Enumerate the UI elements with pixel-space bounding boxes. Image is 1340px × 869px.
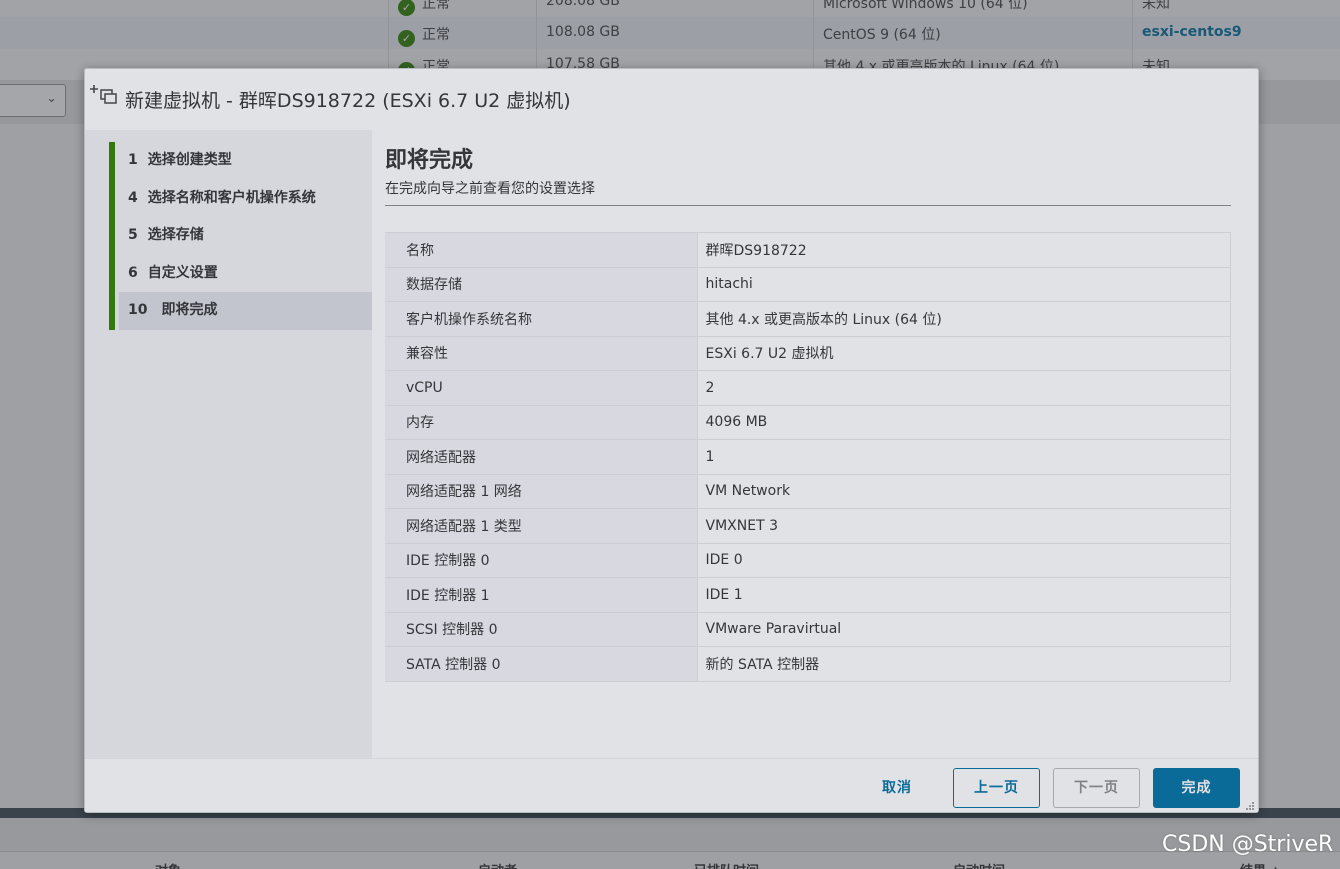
summary-row: 数据存储 hitachi [385,267,1231,302]
summary-value: VMXNET 3 [697,508,1231,544]
wizard-steps-sidebar: 1 选择创建类型 4 选择名称和客户机操作系统 5 选择存储 6 自定义设置 10 即将完… [85,130,372,758]
summary-value: IDE 1 [697,577,1231,613]
divider [385,205,1231,206]
wizard-step-active[interactable]: 10 即将完成 [109,292,372,330]
summary-value: 2 [697,370,1231,406]
summary-key: 网络适配器 1 网络 [385,474,698,509]
dialog-title: 新建虚拟机 - 群晖DS918722 (ESXi 6.7 U2 虚拟机) [125,90,571,112]
summary-key: IDE 控制器 0 [385,543,698,578]
summary-row: 名称 群晖DS918722 [385,232,1231,268]
dialog-header: 新建虚拟机 - 群晖DS918722 (ESXi 6.7 U2 虚拟机) [85,69,1258,130]
summary-key: 网络适配器 [385,439,698,475]
summary-key: 内存 [385,405,698,440]
summary-key: 兼容性 [385,336,698,371]
page-subtitle: 在完成向导之前查看您的设置选择 [385,181,595,197]
page-title: 即将完成 [385,148,474,173]
summary-row: vCPU 2 [385,370,1231,406]
summary-value: IDE 0 [697,543,1231,578]
new-vm-wizard-dialog: 新建虚拟机 - 群晖DS918722 (ESXi 6.7 U2 虚拟机) 1 选择… [84,68,1259,813]
dialog-footer: 取消 上一页 下一页 完成 [85,758,1258,812]
summary-value: VM Network [697,474,1231,509]
summary-row: 网络适配器 1 [385,439,1231,475]
summary-row: 网络适配器 1 类型 VMXNET 3 [385,508,1231,544]
summary-row: 内存 4096 MB [385,405,1231,440]
summary-value: 群晖DS918722 [697,232,1231,268]
wizard-step[interactable]: 6 自定义设置 [109,254,372,292]
wizard-step[interactable]: 1 选择创建类型 [109,142,372,180]
summary-key: SCSI 控制器 0 [385,612,698,647]
summary-value: VMware Paravirtual [697,612,1231,647]
vm-add-icon [90,85,117,104]
summary-key: 客户机操作系统名称 [385,301,698,337]
cancel-button[interactable]: 取消 [867,768,927,808]
summary-value: ESXi 6.7 U2 虚拟机 [697,336,1231,371]
summary-value: 1 [697,439,1231,475]
finish-button[interactable]: 完成 [1153,768,1240,808]
wizard-step[interactable]: 5 选择存储 [109,217,372,255]
summary-row: SATA 控制器 0 新的 SATA 控制器 [385,646,1231,682]
summary-key: 数据存储 [385,267,698,302]
summary-row: IDE 控制器 0 IDE 0 [385,543,1231,578]
next-button-disabled: 下一页 [1053,768,1140,808]
summary-key: IDE 控制器 1 [385,577,698,613]
summary-row: 客户机操作系统名称 其他 4.x 或更高版本的 Linux (64 位) [385,301,1231,337]
settings-summary-table: 名称 群晖DS918722 数据存储 hitachi 客户机操作系统名称 其他 4.x 或… [385,232,1231,682]
summary-value: 新的 SATA 控制器 [697,646,1231,682]
summary-row: SCSI 控制器 0 VMware Paravirtual [385,612,1231,647]
summary-key: SATA 控制器 0 [385,646,698,682]
summary-key: 网络适配器 1 类型 [385,508,698,544]
wizard-content: 即将完成 在完成向导之前查看您的设置选择 名称 群晖DS918722 数据存储 hit… [372,130,1258,758]
summary-value: hitachi [697,267,1231,302]
watermark: CSDN @StriveR [1162,832,1334,857]
summary-key: vCPU [385,370,698,406]
wizard-step[interactable]: 4 选择名称和客户机操作系统 [109,179,372,217]
back-button[interactable]: 上一页 [953,768,1040,808]
summary-row: 网络适配器 1 网络 VM Network [385,474,1231,509]
summary-value: 其他 4.x 或更高版本的 Linux (64 位) [697,301,1231,337]
summary-key: 名称 [385,232,698,268]
resize-handle-icon[interactable] [1245,801,1255,811]
summary-row: 兼容性 ESXi 6.7 U2 虚拟机 [385,336,1231,371]
summary-row: IDE 控制器 1 IDE 1 [385,577,1231,613]
summary-value: 4096 MB [697,405,1231,440]
